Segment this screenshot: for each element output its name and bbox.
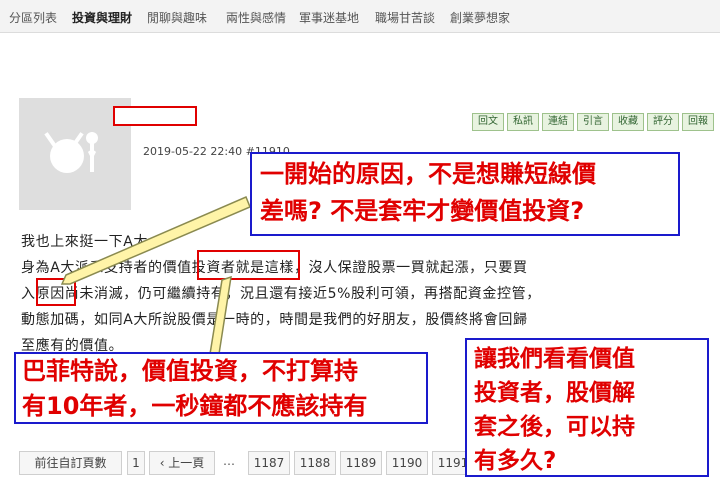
page-number-button[interactable]: 1189 xyxy=(340,451,382,475)
callout-holding-line: 套之後，可以持 xyxy=(474,414,635,440)
prev-page-button[interactable]: ‹ 上一頁 xyxy=(149,451,215,475)
callout-reason: 一開始的原因，不是想賺短線價 差嗎? 不是套牢才變價值投資? xyxy=(250,152,680,236)
goto-page-button[interactable]: 前往自訂頁數 xyxy=(19,451,122,475)
callout-buffett-line: 有10年者，一秒鐘都不應該持有 xyxy=(22,392,368,420)
page-number-button[interactable]: 1188 xyxy=(294,451,336,475)
callout-buffett: 巴菲特說，價值投資，不打算持 有10年者，一秒鐘都不應該持有 xyxy=(14,352,428,424)
callout-reason-line: 差嗎? 不是套牢才變價值投資? xyxy=(260,197,585,225)
page-first-button[interactable]: 1 xyxy=(127,451,145,475)
callout-holding: 讓我們看看價值 投資者，股價解 套之後，可以持 有多久? xyxy=(465,338,709,477)
callout-holding-line: 有多久? xyxy=(474,448,557,474)
callout-holding-line: 投資者，股價解 xyxy=(474,380,635,406)
callout-holding-line: 讓我們看看價值 xyxy=(474,346,635,372)
callout-reason-line: 一開始的原因，不是想賺短線價 xyxy=(260,160,596,188)
arrow-to-reason xyxy=(60,196,251,285)
page-number-button[interactable]: 1187 xyxy=(248,451,290,475)
arrow-to-value-investor xyxy=(209,275,232,355)
callout-buffett-line: 巴菲特說，價值投資，不打算持 xyxy=(22,357,358,385)
pagination-ellipsis: … xyxy=(223,454,235,468)
page-number-button[interactable]: 1190 xyxy=(386,451,428,475)
